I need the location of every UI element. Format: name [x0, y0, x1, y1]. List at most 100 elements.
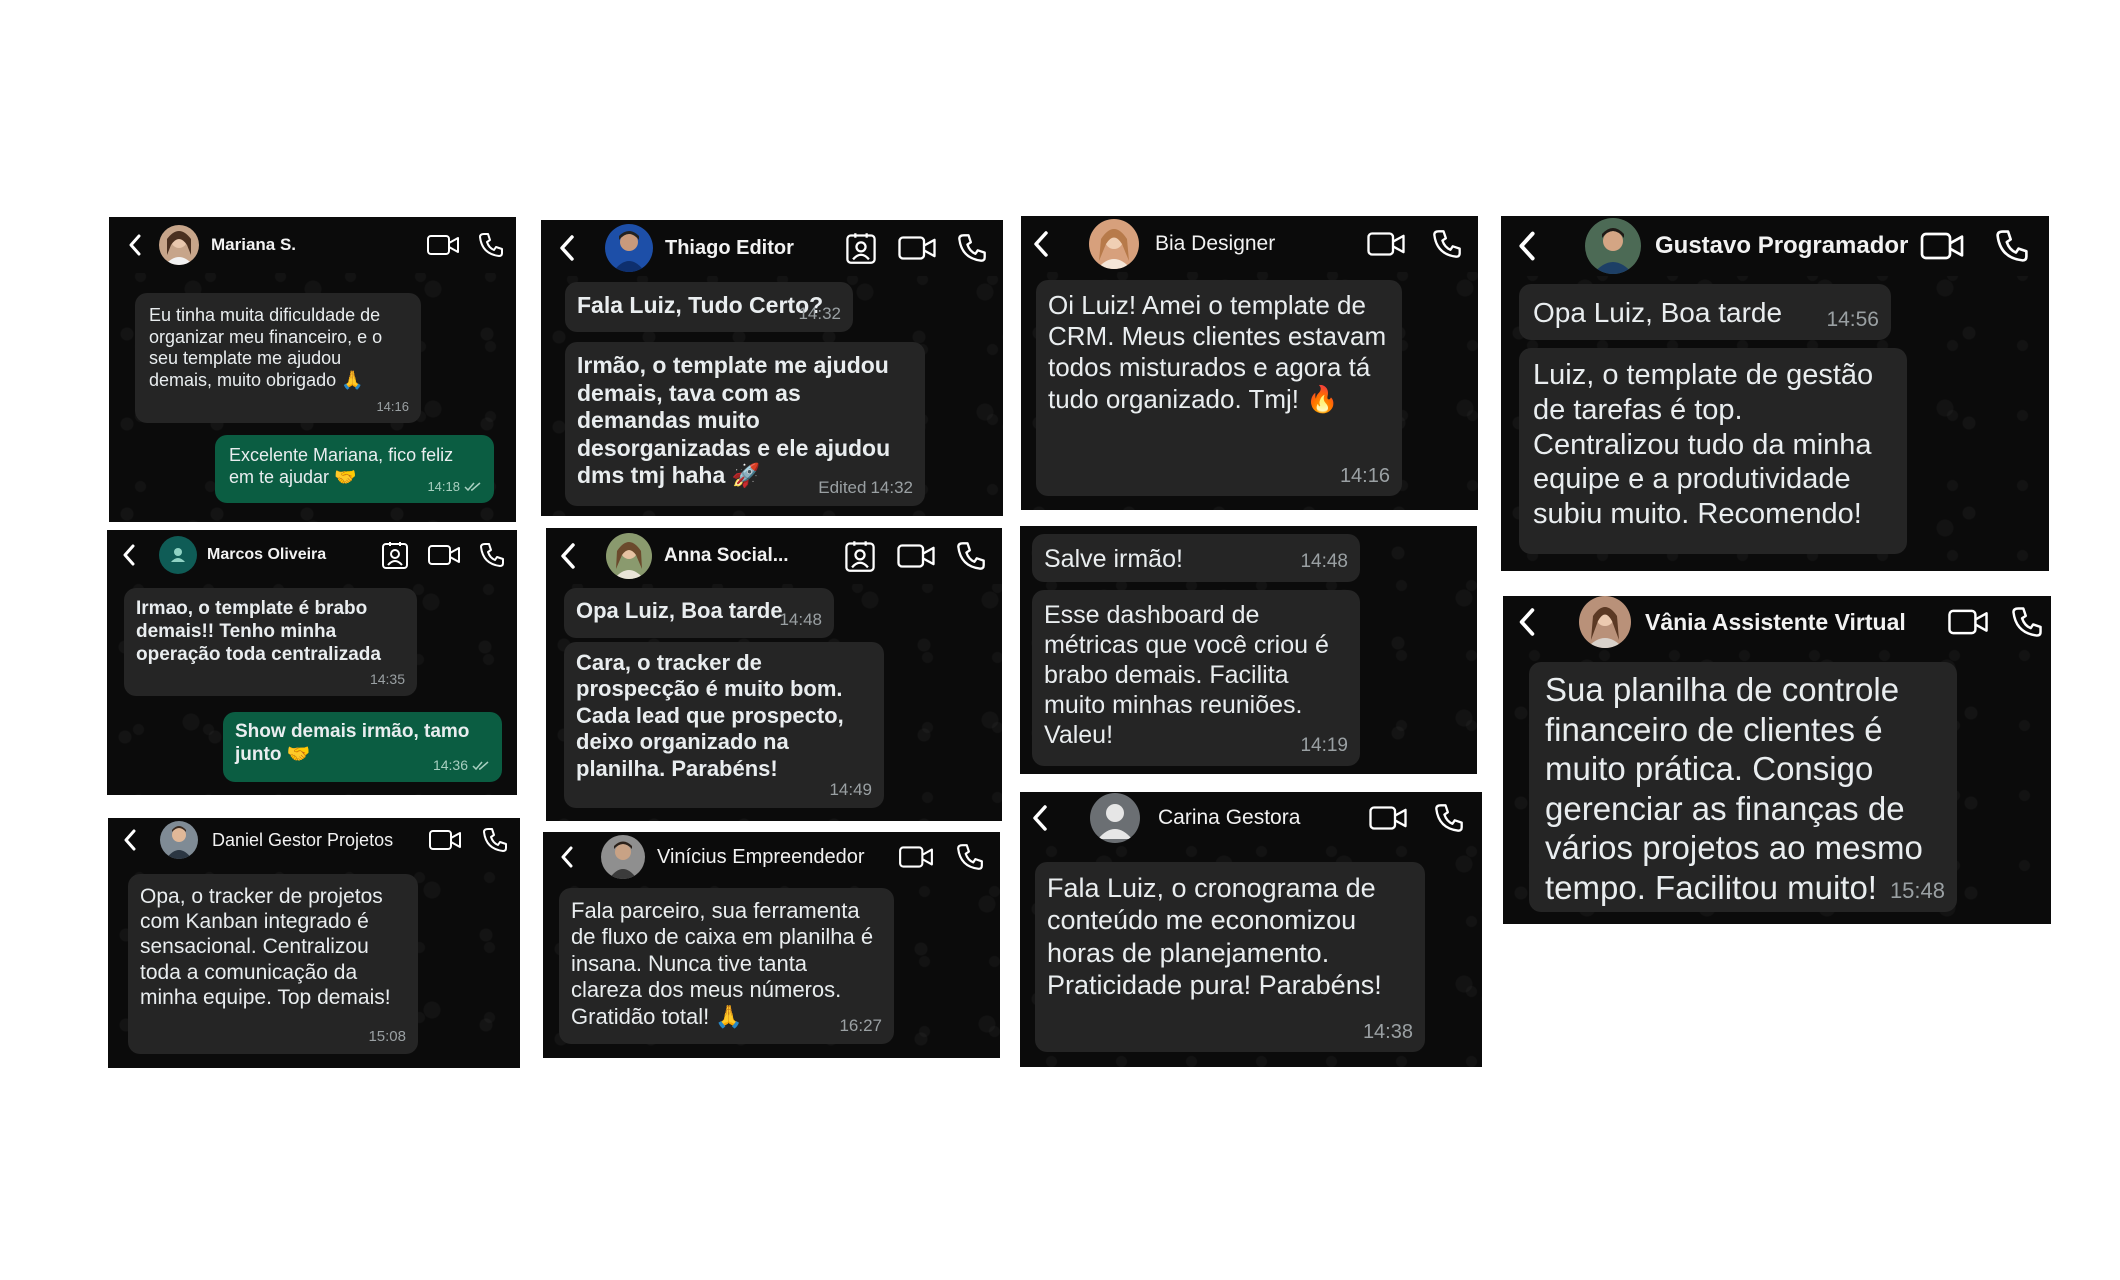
message-text: Opa, o tracker de projetos com Kanban in…: [140, 885, 391, 1009]
video-camera-icon[interactable]: [1368, 804, 1408, 832]
message-meta: 14:18: [427, 479, 482, 495]
message-time: 14:49: [829, 779, 872, 799]
message-time: 14:36: [432, 757, 468, 774]
back-chevron-icon[interactable]: [112, 820, 148, 860]
contact-avatar[interactable]: [605, 224, 653, 272]
message-time: 14:19: [1300, 735, 1348, 757]
header-actions: [428, 827, 508, 853]
phone-icon[interactable]: [1434, 803, 1464, 833]
video-camera-icon[interactable]: [1947, 607, 1989, 637]
message-bubble-incoming: Esse dashboard de métricas que você crio…: [1032, 590, 1360, 766]
chat-header: Daniel Gestor Projetos: [108, 818, 520, 862]
contact-name[interactable]: Marcos Oliveira: [207, 546, 381, 564]
chat-header: Bia Designer: [1021, 216, 1478, 272]
message-bubble-incoming: Opa, o tracker de projetos com Kanban in…: [128, 874, 418, 1054]
back-chevron-icon[interactable]: [547, 228, 587, 268]
contact-avatar[interactable]: [1089, 219, 1139, 269]
video-camera-icon[interactable]: [1919, 230, 1965, 262]
contact-name[interactable]: Mariana S.: [211, 235, 426, 255]
double-check-icon: [472, 761, 490, 771]
message-bubble-incoming: Fala parceiro, sua ferramenta de fluxo d…: [559, 888, 894, 1044]
header-actions: [381, 540, 505, 570]
message-text: Esse dashboard de métricas que você crio…: [1044, 601, 1329, 749]
chat-card-thiago: Thiago Editor Fala Luiz, Tudo Certo? 14:…: [541, 220, 1003, 516]
chat-card-bia: Bia Designer Oi Luiz! Amei o template de…: [1021, 216, 1478, 510]
contact-avatar[interactable]: [606, 533, 652, 579]
back-chevron-icon[interactable]: [1023, 224, 1059, 264]
video-camera-icon[interactable]: [1366, 230, 1406, 258]
double-check-icon: [464, 482, 482, 492]
back-chevron-icon[interactable]: [549, 837, 585, 877]
chat-header: Gustavo Programador: [1501, 216, 2049, 276]
contact-avatar[interactable]: [159, 225, 199, 265]
phone-icon[interactable]: [1432, 229, 1462, 259]
contact-avatar[interactable]: [160, 821, 198, 859]
message-time: 14:16: [376, 399, 409, 415]
phone-icon[interactable]: [1995, 229, 2029, 263]
message-bubble-incoming: Fala Luiz, Tudo Certo? 14:32: [565, 282, 853, 332]
contact-card-icon[interactable]: [845, 231, 877, 265]
message-bubble-incoming: Opa Luiz, Boa tarde 14:48: [564, 588, 834, 638]
chat-card-salve: Salve irmão! 14:48 Esse dashboard de mét…: [1020, 526, 1477, 774]
message-time: 14:32: [798, 303, 841, 323]
message-time: 14:56: [1826, 307, 1879, 331]
chat-card-gustavo: Gustavo Programador Opa Luiz, Boa tarde …: [1501, 216, 2049, 571]
message-text: Cara, o tracker de prospecção é muito bo…: [576, 650, 844, 781]
video-camera-icon[interactable]: [426, 233, 460, 257]
contact-name[interactable]: Anna Social...: [664, 545, 844, 567]
back-chevron-icon[interactable]: [1509, 224, 1545, 268]
chat-card-marcos: Marcos Oliveira Irmao, o template é brab…: [107, 530, 517, 795]
message-text: Oi Luiz! Amei o template de CRM. Meus cl…: [1048, 290, 1387, 414]
message-bubble-incoming: Cara, o tracker de prospecção é muito bo…: [564, 642, 884, 808]
chat-card-mariana: Mariana S. Eu tinha muita dificuldade de…: [109, 217, 516, 522]
contact-name[interactable]: Bia Designer: [1155, 232, 1366, 256]
header-actions: [1919, 229, 2029, 263]
message-text: Eu tinha muita dificuldade de organizar …: [149, 305, 383, 390]
contact-avatar[interactable]: [159, 536, 197, 574]
phone-icon[interactable]: [957, 233, 987, 263]
contact-avatar[interactable]: [1579, 596, 1631, 648]
contact-name[interactable]: Vinícius Empreendedor: [657, 846, 898, 869]
phone-icon[interactable]: [478, 232, 504, 258]
header-actions: [1947, 606, 2043, 638]
header-actions: [845, 231, 987, 265]
back-chevron-icon[interactable]: [111, 535, 147, 575]
phone-icon[interactable]: [482, 827, 508, 853]
message-time: 14:18: [427, 479, 460, 495]
video-camera-icon[interactable]: [427, 543, 461, 567]
back-chevron-icon[interactable]: [1022, 798, 1058, 838]
phone-icon[interactable]: [956, 541, 986, 571]
message-time: 15:48: [1889, 877, 1945, 903]
back-chevron-icon[interactable]: [1509, 602, 1545, 642]
contact-name[interactable]: Thiago Editor: [665, 237, 845, 260]
video-camera-icon[interactable]: [897, 234, 937, 262]
message-text: Fala Luiz, o cronograma de conteúdo me e…: [1047, 873, 1382, 1001]
phone-icon[interactable]: [479, 542, 505, 568]
video-camera-icon[interactable]: [428, 828, 462, 852]
chat-card-vinicius: Vinícius Empreendedor Fala parceiro, sua…: [543, 832, 1000, 1058]
contact-name[interactable]: Daniel Gestor Projetos: [212, 830, 428, 851]
phone-icon[interactable]: [956, 843, 984, 871]
video-camera-icon[interactable]: [898, 844, 934, 870]
message-bubble-incoming: Fala Luiz, o cronograma de conteúdo me e…: [1035, 862, 1425, 1052]
contact-card-icon[interactable]: [381, 540, 409, 570]
phone-icon[interactable]: [2011, 606, 2043, 638]
back-chevron-icon[interactable]: [117, 225, 153, 265]
contact-card-icon[interactable]: [844, 539, 876, 573]
back-chevron-icon[interactable]: [550, 536, 586, 576]
header-actions: [1366, 229, 1462, 259]
message-text: Irmão, o template me ajudou demais, tava…: [577, 352, 891, 489]
message-time: 14:35: [369, 671, 405, 688]
edited-label: Edited: [818, 477, 867, 497]
contact-avatar[interactable]: [1585, 218, 1641, 274]
video-camera-icon[interactable]: [896, 542, 936, 570]
contact-name[interactable]: Gustavo Programador: [1655, 232, 1919, 260]
message-time: 14:48: [779, 609, 822, 629]
message-text: Excelente Mariana, fico feliz em te ajud…: [229, 445, 454, 487]
message-text: Opa Luiz, Boa tarde: [576, 598, 783, 623]
contact-name[interactable]: Vânia Assistente Virtual: [1645, 609, 1947, 636]
contact-avatar[interactable]: [1090, 793, 1140, 843]
contact-avatar[interactable]: [601, 835, 645, 879]
contact-name[interactable]: Carina Gestora: [1158, 806, 1368, 830]
message-bubble-incoming: Eu tinha muita dificuldade de organizar …: [135, 293, 421, 423]
